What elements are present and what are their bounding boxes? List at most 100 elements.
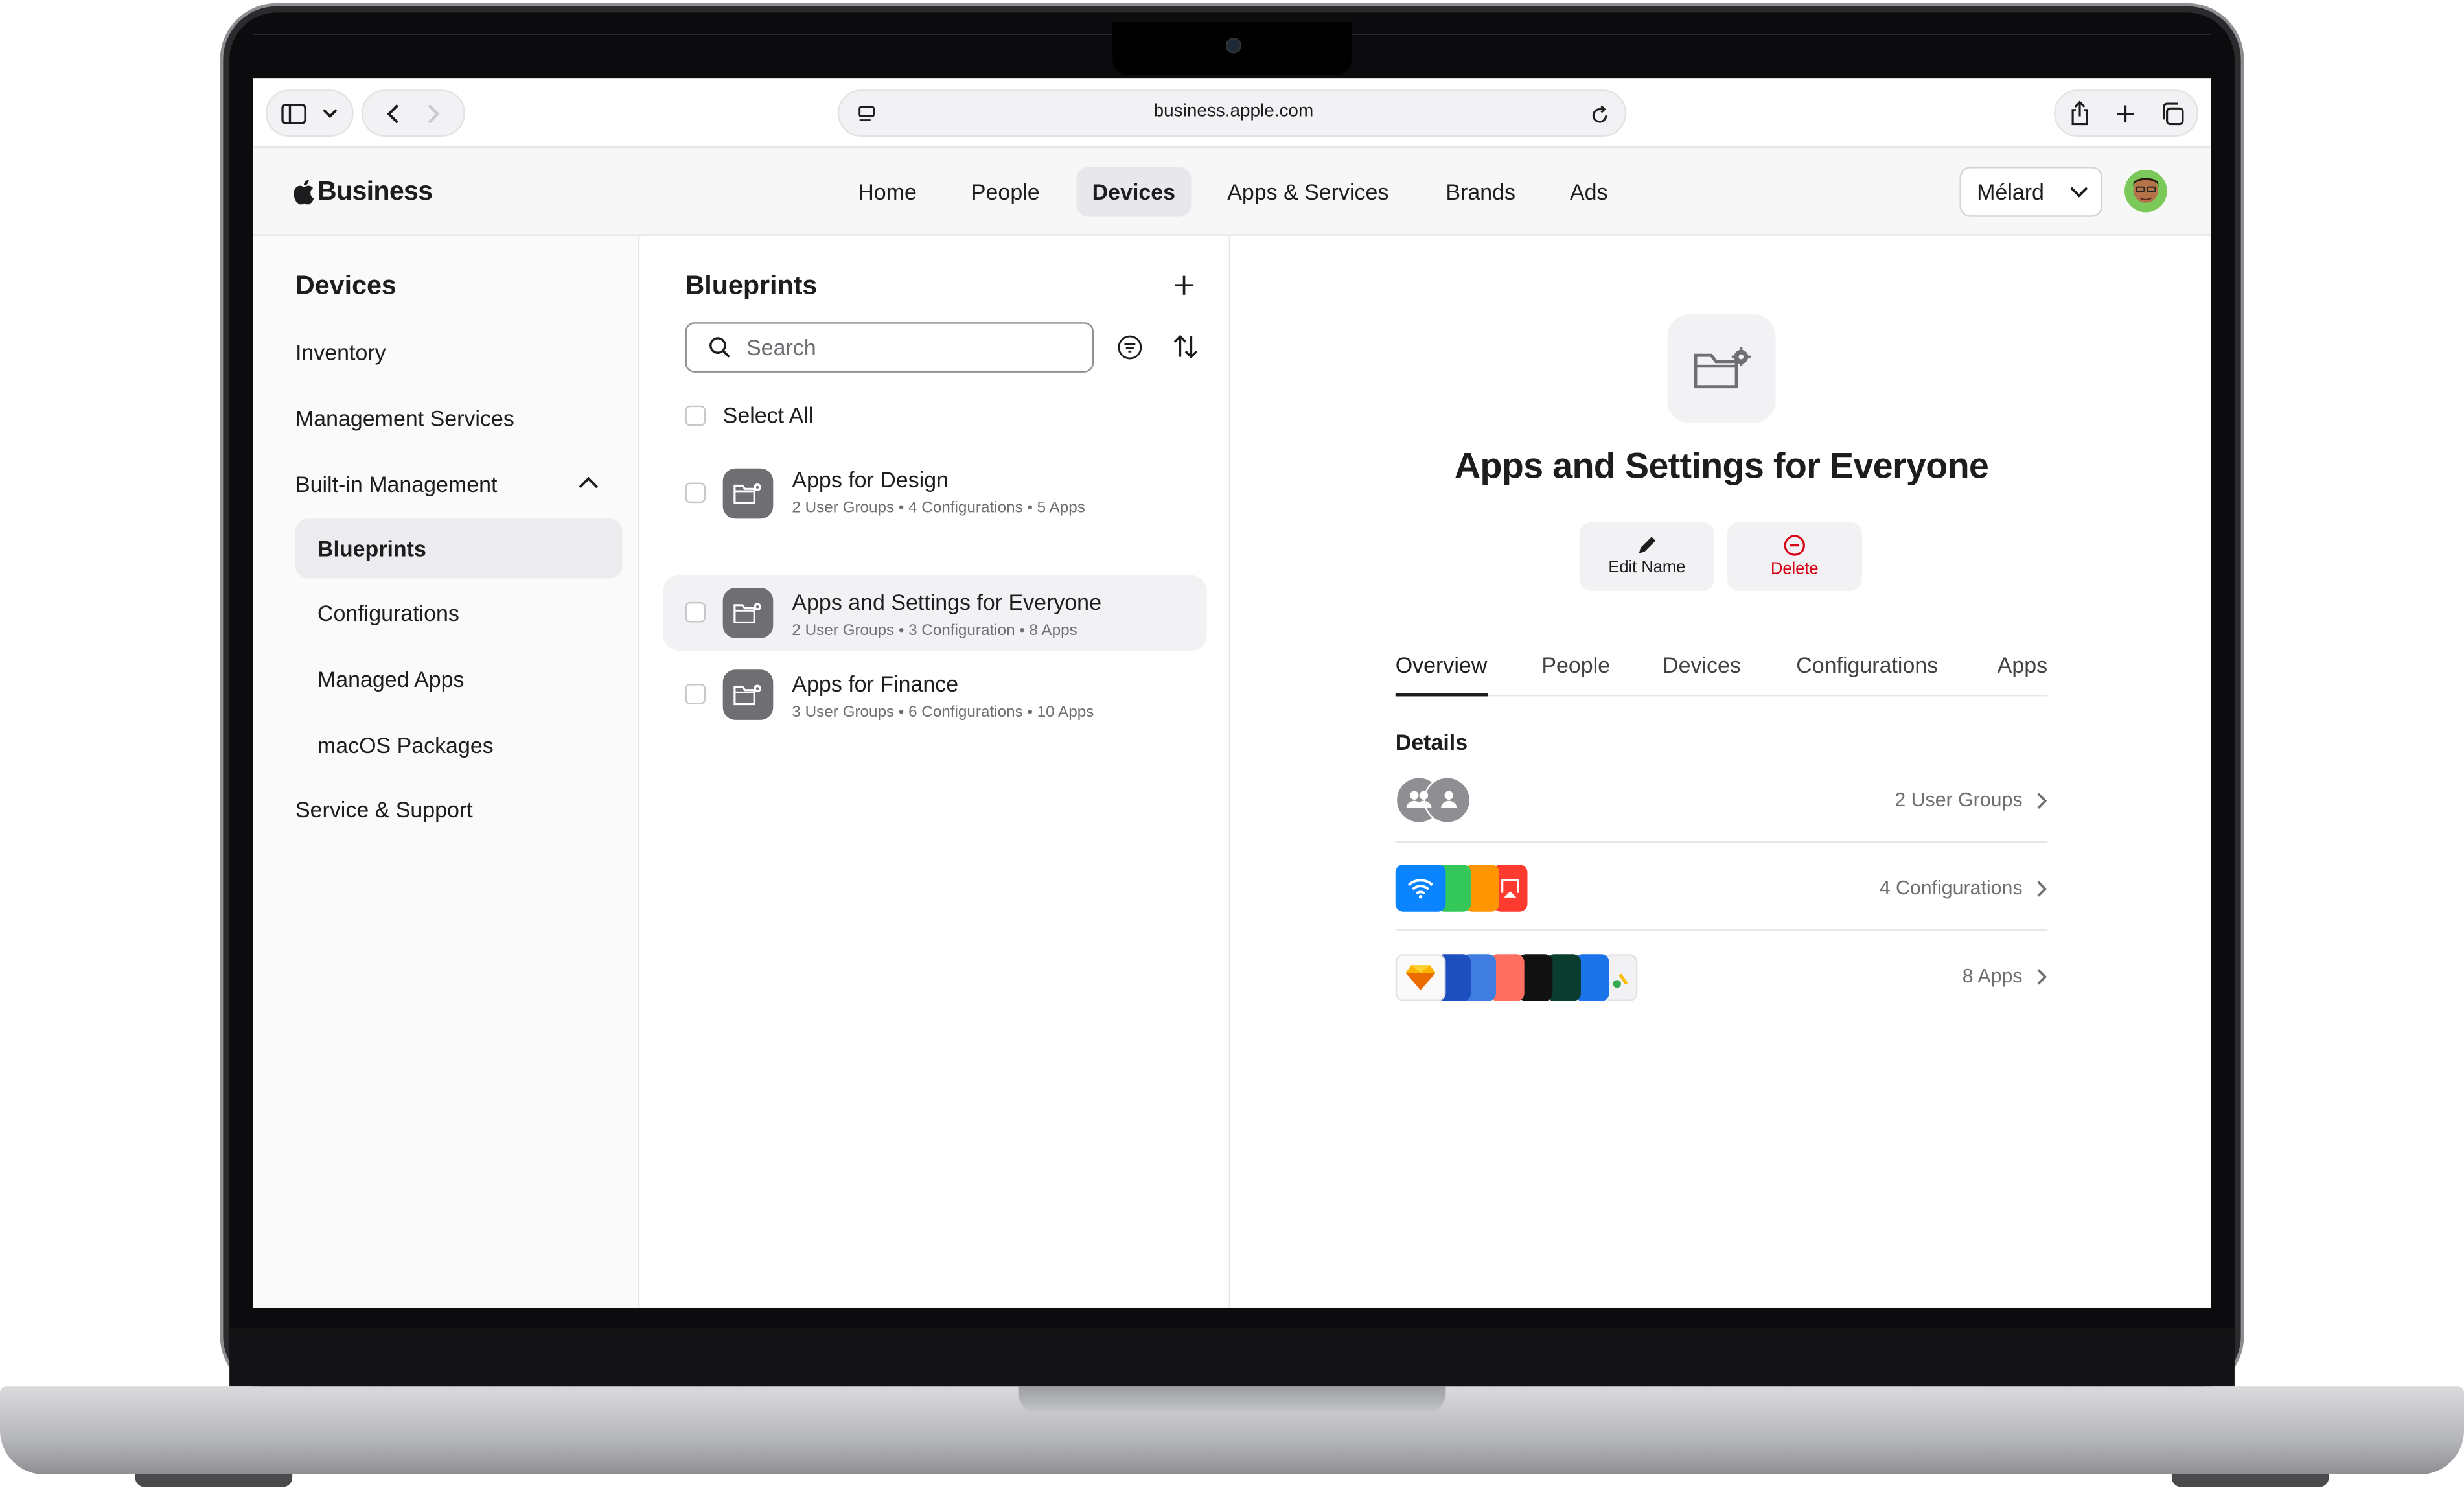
sidebar-item-inventory[interactable]: Inventory: [295, 340, 386, 365]
user-memoji-icon: [2124, 169, 2167, 213]
nav-home[interactable]: Home: [842, 167, 932, 217]
user-groups-icon: [1395, 776, 1471, 824]
sketch-diamond-icon: [1405, 965, 1436, 991]
detail-row-value: 4 Configurations: [1879, 877, 2023, 900]
sidebar-toggle-button[interactable]: [265, 89, 354, 137]
blueprint-icon: [722, 588, 774, 638]
url-text: business.apple.com: [1153, 102, 1314, 121]
share-icon[interactable]: [2069, 100, 2090, 126]
detail-row-apps[interactable]: 8 Apps: [1395, 931, 2048, 1019]
row-checkbox[interactable]: [685, 601, 706, 623]
sort-icon[interactable]: [1172, 333, 1199, 360]
tab-configurations[interactable]: Configurations: [1796, 653, 1938, 678]
configurations-icon: [1395, 864, 1528, 912]
search-icon: [709, 337, 730, 358]
delete-button[interactable]: Delete: [1727, 522, 1863, 591]
reload-icon[interactable]: [1591, 104, 1609, 124]
app-header: Business Home People Devices Apps & Serv…: [253, 147, 2211, 236]
detail-pane: Apps and Settings for Everyone Edit Name…: [1232, 235, 2211, 1308]
folder-gear-icon: [733, 684, 761, 706]
select-all-checkbox[interactable]: [685, 405, 706, 426]
blueprint-icon: [722, 468, 774, 519]
add-blueprint-icon[interactable]: [1174, 275, 1195, 296]
select-all-label: Select All: [722, 402, 814, 428]
tab-apps[interactable]: Apps: [1998, 653, 2047, 678]
row-subtitle: 2 User Groups • 4 Configurations • 5 App…: [792, 500, 1085, 517]
sidebar-item-management-services[interactable]: Management Services: [295, 406, 514, 431]
app-glyph-icon: [1613, 973, 1628, 988]
back-icon[interactable]: [387, 103, 399, 124]
laptop-foot: [2171, 1474, 2329, 1487]
tab-devices[interactable]: Devices: [1663, 653, 1741, 678]
edit-name-button[interactable]: Edit Name: [1579, 522, 1715, 591]
detail-row-user-groups[interactable]: 2 User Groups: [1395, 754, 2048, 843]
details-heading: Details: [1395, 729, 1468, 755]
sidebar-item-configurations[interactable]: Configurations: [317, 601, 459, 626]
folder-gear-icon: [1693, 346, 1750, 388]
row-title: Apps for Finance: [792, 671, 959, 697]
sidebar-item-built-in-management[interactable]: Built-in Management: [295, 472, 497, 497]
org-selector[interactable]: Mélard: [1959, 167, 2103, 217]
tabs-divider: [1395, 695, 2048, 697]
sidebar-item-service-support[interactable]: Service & Support: [295, 797, 473, 822]
chevron-down-icon: [323, 108, 338, 118]
blueprint-large-icon: [1667, 314, 1776, 423]
browser-actions: [2053, 89, 2199, 137]
nav-brands[interactable]: Brands: [1430, 167, 1531, 217]
detail-title: Apps and Settings for Everyone: [1454, 445, 1989, 486]
blueprints-panel: Blueprints Search Select All Apps for De…: [641, 235, 1231, 1308]
row-checkbox[interactable]: [685, 684, 706, 704]
new-tab-icon[interactable]: [2114, 103, 2135, 124]
delete-label: Delete: [1770, 559, 1819, 579]
airplay-icon: [1501, 879, 1519, 898]
apple-logo-icon: [294, 180, 314, 205]
avatar[interactable]: [2124, 169, 2167, 213]
detail-row-value: 2 User Groups: [1894, 789, 2023, 811]
forward-icon[interactable]: [428, 103, 440, 124]
camera-icon: [1225, 38, 1242, 54]
nav-people[interactable]: People: [956, 167, 1055, 217]
sidebar-item-managed-apps[interactable]: Managed Apps: [317, 666, 465, 692]
apps-icon: [1395, 953, 1638, 1003]
nav-devices[interactable]: Devices: [1076, 167, 1192, 217]
row-title: Apps for Design: [792, 467, 949, 493]
filter-icon[interactable]: [1117, 335, 1142, 360]
chevron-right-icon: [2037, 969, 2047, 985]
blueprint-row[interactable]: Apps for Finance 3 User Groups • 6 Confi…: [663, 657, 1207, 732]
tabs-overview-icon[interactable]: [2160, 101, 2183, 124]
sidebar-item-macos-packages[interactable]: macOS Packages: [317, 732, 494, 758]
detail-row-configurations[interactable]: 4 Configurations: [1395, 843, 2048, 931]
row-title: Apps and Settings for Everyone: [792, 589, 1101, 615]
detail-row-value: 8 Apps: [1962, 965, 2023, 988]
chevron-right-icon: [2037, 793, 2047, 809]
blueprint-icon: [722, 669, 774, 720]
active-tab-indicator: [1395, 693, 1488, 697]
search-input[interactable]: Search: [685, 322, 1094, 373]
row-checkbox[interactable]: [685, 482, 706, 504]
business-logo[interactable]: Business: [294, 176, 433, 208]
chevron-up-icon[interactable]: [579, 476, 599, 489]
address-bar[interactable]: business.apple.com: [837, 89, 1627, 137]
blueprint-row[interactable]: Apps for Design 2 User Groups • 4 Config…: [663, 456, 1207, 531]
wifi-icon: [1408, 879, 1434, 899]
folder-gear-icon: [733, 603, 761, 624]
folder-gear-icon: [733, 483, 761, 504]
nav-ads[interactable]: Ads: [1554, 167, 1624, 217]
tab-people[interactable]: People: [1541, 653, 1610, 678]
row-subtitle: 3 User Groups • 6 Configurations • 10 Ap…: [792, 704, 1094, 722]
sidebar-icon: [281, 102, 306, 124]
search-placeholder: Search: [746, 334, 816, 360]
blueprint-row-selected[interactable]: Apps and Settings for Everyone 2 User Gr…: [663, 575, 1207, 651]
history-buttons: [361, 89, 465, 137]
tab-overview[interactable]: Overview: [1396, 653, 1488, 678]
blueprints-title: Blueprints: [685, 270, 818, 301]
row-subtitle: 2 User Groups • 3 Configuration • 8 Apps: [792, 622, 1077, 640]
nav-apps-services[interactable]: Apps & Services: [1212, 167, 1405, 217]
chevron-down-icon: [2069, 187, 2088, 198]
sidebar-item-blueprints[interactable]: Blueprints: [317, 536, 426, 561]
laptop-groove: [1018, 1386, 1446, 1415]
minus-circle-icon: [1784, 535, 1805, 556]
pencil-icon: [1639, 537, 1656, 553]
screen: business.apple.com Business Home People …: [253, 34, 2211, 1308]
chevron-right-icon: [2037, 881, 2047, 897]
